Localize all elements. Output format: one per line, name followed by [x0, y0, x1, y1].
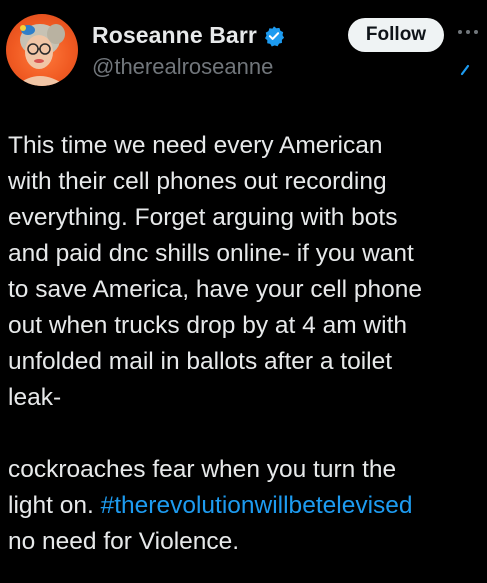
follow-button[interactable]: Follow — [348, 18, 444, 52]
verified-badge-icon — [263, 25, 285, 47]
user-handle[interactable]: @therealroseanne — [92, 54, 273, 80]
tweet: Roseanne Barr @therealroseanne Follow Th… — [0, 0, 487, 583]
name-row: Roseanne Barr — [92, 22, 285, 49]
grok-icon[interactable] — [459, 63, 471, 76]
avatar[interactable] — [6, 14, 78, 86]
display-name[interactable]: Roseanne Barr — [92, 22, 257, 49]
hashtag-link[interactable]: #therevolutionwillbetelevised — [101, 492, 413, 519]
tweet-text: This time we need every American with th… — [8, 128, 483, 560]
tweet-paragraph-2-end: no need for Violence. — [8, 528, 240, 555]
more-options-icon[interactable] — [456, 24, 480, 34]
tweet-paragraph-1: This time we need every American with th… — [8, 132, 423, 411]
